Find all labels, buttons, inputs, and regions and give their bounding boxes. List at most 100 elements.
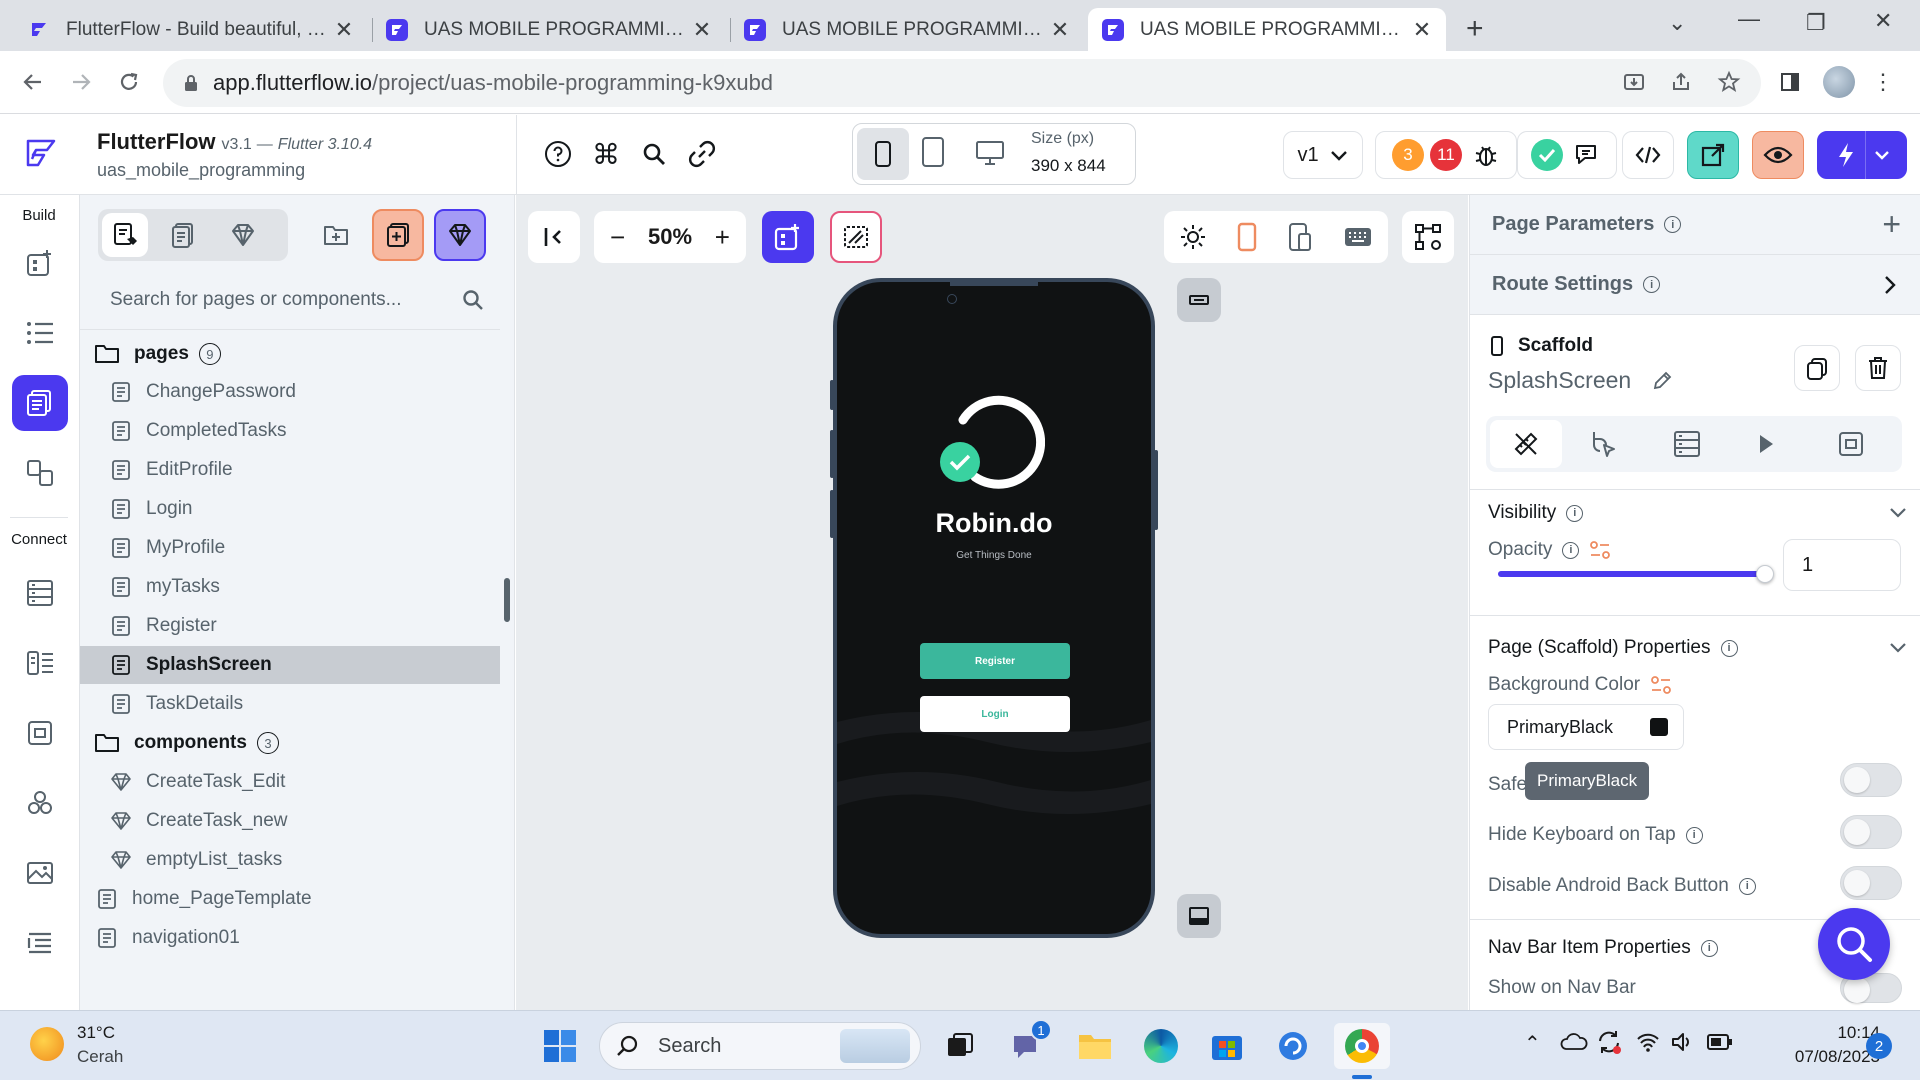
info-icon[interactable]: i <box>1738 877 1756 895</box>
share-project-icon[interactable] <box>1687 131 1739 179</box>
clock-time[interactable]: 10:14 <box>1740 1023 1880 1043</box>
page-list-tab-icon[interactable] <box>160 213 206 257</box>
install-app-icon[interactable] <box>1617 65 1651 99</box>
preview-eye-icon[interactable] <box>1752 131 1804 179</box>
components-tab-icon[interactable] <box>220 213 266 257</box>
info-icon[interactable]: i <box>1643 276 1661 293</box>
collapse-panel-icon[interactable] <box>528 211 580 263</box>
phone-preview[interactable]: Robin.do Get Things Done Register Login <box>833 278 1155 938</box>
actions-tab-icon[interactable] <box>1588 429 1618 459</box>
tab-close-icon[interactable]: ✕ <box>1050 17 1070 43</box>
page-item[interactable]: MyProfile <box>80 529 500 567</box>
page-selector-icon[interactable] <box>12 375 68 431</box>
chrome-menu-icon[interactable]: ⋮ <box>1866 65 1900 99</box>
page-item-selected[interactable]: SplashScreen <box>80 646 500 684</box>
visibility-section[interactable]: Visibility i <box>1488 493 1584 533</box>
branch-dropdown[interactable]: v1 <box>1283 131 1363 179</box>
zoom-in-icon[interactable]: + <box>715 222 730 253</box>
safe-area-toggle[interactable] <box>1840 763 1902 797</box>
add-page-icon[interactable] <box>372 209 424 261</box>
clock-date[interactable]: 07/08/2023 <box>1740 1047 1880 1067</box>
pages-tab-icon[interactable] <box>102 213 148 257</box>
page-item[interactable]: ChangePassword <box>80 373 500 411</box>
issues-button[interactable]: 3 11 <box>1375 131 1517 179</box>
integrations-icon[interactable] <box>12 775 68 831</box>
desktop-device-icon[interactable] <box>975 140 1005 166</box>
info-icon[interactable]: i <box>1664 216 1682 233</box>
widget-name[interactable]: SplashScreen <box>1488 367 1673 394</box>
widget-palette-icon[interactable] <box>12 235 68 291</box>
browser-tab-uas-1[interactable]: UAS MOBILE PROGRAMMING - F ✕ <box>372 8 726 51</box>
page-item[interactable]: TaskDetails <box>80 685 500 723</box>
bookmark-star-icon[interactable] <box>1712 65 1746 99</box>
device-frame-icon[interactable] <box>1287 222 1313 252</box>
page-item[interactable]: navigation01 <box>80 919 500 957</box>
share-icon[interactable] <box>1664 65 1698 99</box>
component-item[interactable]: CreateTask_new <box>80 802 500 840</box>
chrome-taskbar-icon[interactable] <box>1334 1023 1390 1079</box>
page-search-input[interactable]: Search for pages or components... <box>94 277 499 323</box>
page-item[interactable]: EditProfile <box>80 451 500 489</box>
chevron-down-icon[interactable] <box>1888 506 1908 520</box>
firestore-icon[interactable] <box>12 565 68 621</box>
phone-device-icon[interactable] <box>857 128 909 180</box>
browser-tab-uas-active[interactable]: UAS MOBILE PROGRAMMING - F ✕ <box>1088 8 1446 51</box>
new-folder-icon[interactable] <box>310 209 362 261</box>
sync-icon[interactable] <box>1596 1029 1622 1055</box>
close-window-icon[interactable]: ✕ <box>1874 8 1892 34</box>
notification-badge[interactable]: 2 <box>1866 1033 1892 1059</box>
tab-close-icon[interactable]: ✕ <box>1412 17 1432 43</box>
app-state-icon[interactable] <box>12 705 68 761</box>
restore-icon[interactable]: ❐ <box>1806 10 1826 36</box>
windows-start-icon[interactable] <box>537 1023 583 1069</box>
variable-binding-icon[interactable] <box>1589 539 1611 561</box>
properties-tab-icon[interactable] <box>1490 420 1562 468</box>
custom-code-icon[interactable] <box>12 915 68 971</box>
back-icon[interactable] <box>16 65 50 99</box>
pages-folder[interactable]: pages 9 <box>80 335 500 373</box>
portrait-orientation-icon[interactable] <box>1237 222 1257 252</box>
browser-tab-uas-2[interactable]: UAS MOBILE PROGRAMMING - F ✕ <box>730 8 1084 51</box>
new-tab-icon[interactable]: + <box>1466 12 1484 46</box>
search-icon[interactable] <box>637 137 671 171</box>
widget-tree-icon[interactable] <box>12 305 68 361</box>
backend-query-tab-icon[interactable] <box>1672 429 1702 459</box>
status-bar-toggle-icon[interactable] <box>1177 278 1221 322</box>
keyboard-icon[interactable] <box>1343 226 1373 248</box>
link-icon[interactable] <box>685 137 719 171</box>
navbar-properties-section[interactable]: Nav Bar Item Properties i <box>1488 928 1718 968</box>
battery-icon[interactable] <box>1706 1033 1734 1051</box>
file-explorer-icon[interactable] <box>1072 1023 1118 1069</box>
nav-bar-toggle-icon[interactable] <box>1177 894 1221 938</box>
duplicate-icon[interactable] <box>1794 345 1840 391</box>
help-search-fab[interactable] <box>1818 908 1890 980</box>
media-assets-icon[interactable] <box>12 845 68 901</box>
register-button[interactable]: Register <box>920 643 1070 679</box>
view-code-icon[interactable] <box>1622 131 1674 179</box>
weather-temp[interactable]: 31°C <box>77 1023 115 1043</box>
onedrive-icon[interactable] <box>1560 1031 1588 1051</box>
compile-status-button[interactable] <box>1517 131 1617 179</box>
variable-binding-icon[interactable] <box>1650 674 1672 696</box>
edge-browser-icon[interactable] <box>1138 1023 1184 1069</box>
vpn-shield-icon[interactable] <box>1270 1023 1316 1069</box>
side-panel-icon[interactable] <box>1773 65 1807 99</box>
command-palette-icon[interactable]: ⌘ <box>589 137 623 171</box>
minimize-icon[interactable]: — <box>1738 6 1760 32</box>
info-icon[interactable]: i <box>1685 826 1703 844</box>
info-icon[interactable]: i <box>1720 639 1738 657</box>
data-schema-icon[interactable] <box>12 635 68 691</box>
size-value[interactable]: 390 x 844 <box>1031 156 1106 176</box>
tablet-device-icon[interactable] <box>921 136 945 168</box>
hide-keyboard-toggle[interactable] <box>1840 815 1902 849</box>
page-item[interactable]: home_PageTemplate <box>80 880 500 918</box>
add-parameter-icon[interactable]: + <box>1882 206 1901 243</box>
project-name[interactable]: uas_mobile_programming <box>97 160 305 181</box>
light-mode-icon[interactable] <box>1179 223 1207 251</box>
component-item[interactable]: emptyList_tasks <box>80 841 500 879</box>
page-state-tab-icon[interactable] <box>1836 429 1866 459</box>
design-mode-icon[interactable] <box>830 211 882 263</box>
profile-avatar[interactable] <box>1822 65 1856 99</box>
tree-scrollbar-thumb[interactable] <box>504 578 510 622</box>
teams-chat-icon[interactable]: 1 <box>1004 1019 1052 1069</box>
